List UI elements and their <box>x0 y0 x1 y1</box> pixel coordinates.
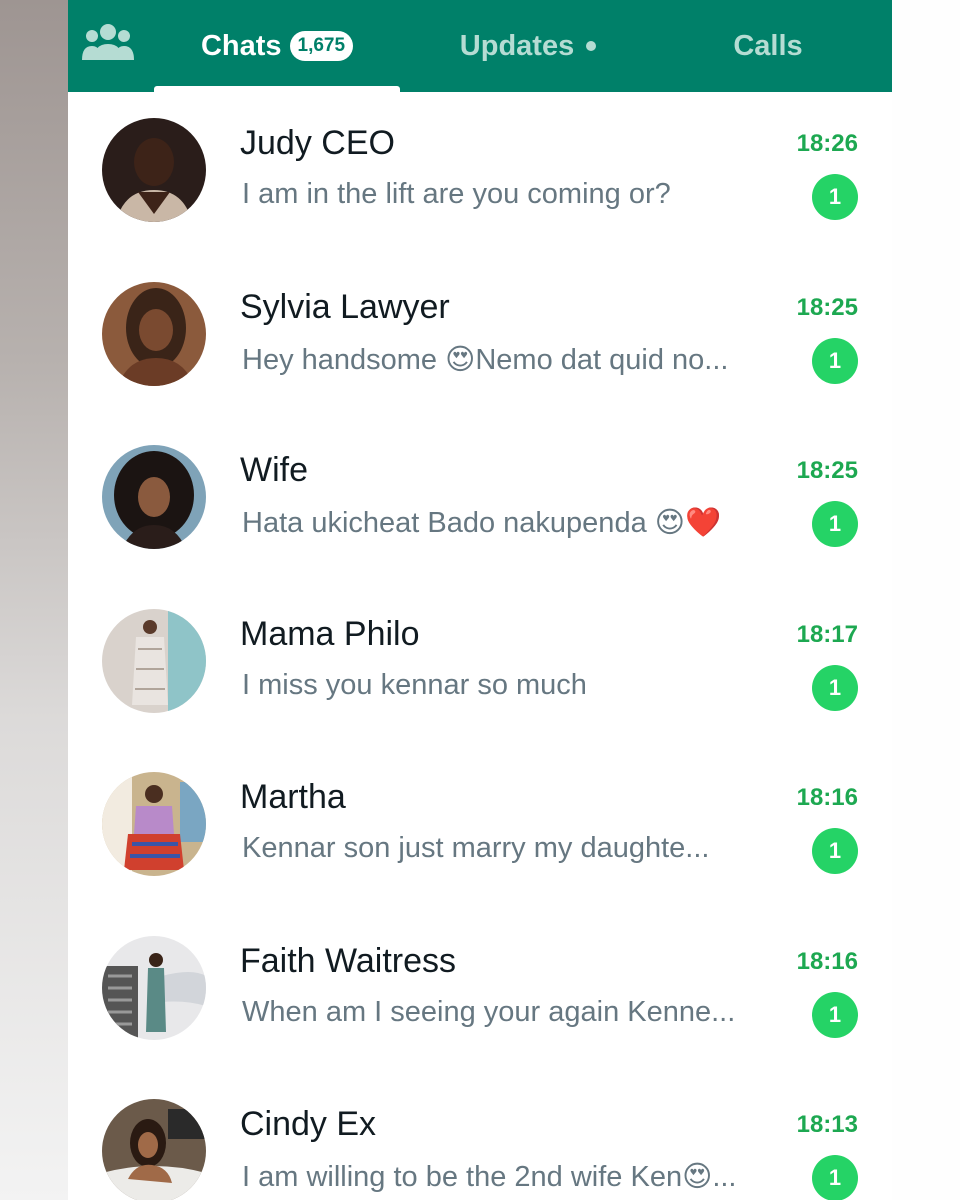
avatar[interactable] <box>102 281 206 386</box>
tab-chats-label: Chats <box>200 29 282 62</box>
avatar[interactable] <box>102 1099 206 1200</box>
contact-name: Cindy Ex <box>240 1105 377 1143</box>
tab-updates[interactable]: Updates <box>423 0 633 92</box>
message-time: 18:16 <box>796 947 858 975</box>
chat-row[interactable]: Judy CEO I am in the lift are you coming… <box>68 92 892 256</box>
dot-indicator-icon <box>586 41 597 51</box>
unread-badge: 1 <box>812 664 858 711</box>
background-right-margin <box>892 0 960 1200</box>
chat-row[interactable]: Wife Hata ukicheat Bado nakupenda 😍❤️ 18… <box>68 419 892 583</box>
background-left-margin <box>0 0 68 1200</box>
message-time: 18:26 <box>796 130 858 157</box>
message-preview: When am I seeing your again Kenne... <box>242 995 736 1028</box>
avatar[interactable] <box>102 772 206 876</box>
message-preview: I miss you kennar so much <box>242 668 587 701</box>
message-preview: I am willing to be the 2nd wife Ken😍... <box>242 1161 737 1193</box>
unread-badge: 1 <box>812 991 858 1038</box>
avatar[interactable] <box>102 935 206 1040</box>
unread-badge: 1 <box>812 1155 858 1200</box>
community-icon[interactable] <box>80 20 136 66</box>
chat-row[interactable]: Faith Waitress When am I seeing your aga… <box>68 910 892 1074</box>
chat-row[interactable]: Cindy Ex I am willing to be the 2nd wife… <box>68 1073 892 1200</box>
chat-row[interactable]: Mama Philo I miss you kennar so much 18:… <box>68 583 892 747</box>
tab-calls[interactable]: Calls <box>688 0 848 92</box>
chats-count-badge: 1,675 <box>289 31 354 61</box>
chat-row[interactable]: Martha Kennar son just marry my daughte.… <box>68 746 892 910</box>
message-time: 18:25 <box>796 457 858 484</box>
message-time: 18:17 <box>796 620 858 648</box>
contact-name: Mama Philo <box>240 614 420 653</box>
message-preview: Hey handsome 😍Nemo dat quid no... <box>242 343 729 376</box>
contact-name: Judy CEO <box>240 124 395 162</box>
message-preview: Hata ukicheat Bado nakupenda 😍❤️ <box>242 507 722 539</box>
unread-badge: 1 <box>812 174 858 220</box>
contact-name: Sylvia Lawyer <box>240 287 450 326</box>
chat-row[interactable]: Sylvia Lawyer Hey handsome 😍Nemo dat qui… <box>68 256 892 420</box>
top-tab-bar: Chats 1,675 Updates Calls <box>68 0 892 92</box>
unread-badge: 1 <box>812 828 858 874</box>
contact-name: Martha <box>240 778 346 816</box>
avatar[interactable] <box>102 608 206 713</box>
avatar[interactable] <box>102 118 206 222</box>
whatsapp-screen: Chats 1,675 Updates Calls Judy CEO I am … <box>68 0 892 1200</box>
tab-chats[interactable]: Chats 1,675 <box>154 0 400 92</box>
tab-updates-label: Updates <box>459 29 575 62</box>
avatar[interactable] <box>102 445 206 549</box>
chat-list: Judy CEO I am in the lift are you coming… <box>68 92 892 1200</box>
message-time: 18:16 <box>796 784 858 811</box>
message-preview: Kennar son just marry my daughte... <box>242 832 710 864</box>
message-time: 18:25 <box>796 293 858 321</box>
contact-name: Faith Waitress <box>240 941 457 980</box>
unread-badge: 1 <box>812 337 858 384</box>
message-preview: I am in the lift are you coming or? <box>242 178 671 210</box>
unread-badge: 1 <box>812 501 858 547</box>
tab-calls-label: Calls <box>733 29 803 62</box>
contact-name: Wife <box>240 451 308 489</box>
message-time: 18:13 <box>796 1111 858 1138</box>
